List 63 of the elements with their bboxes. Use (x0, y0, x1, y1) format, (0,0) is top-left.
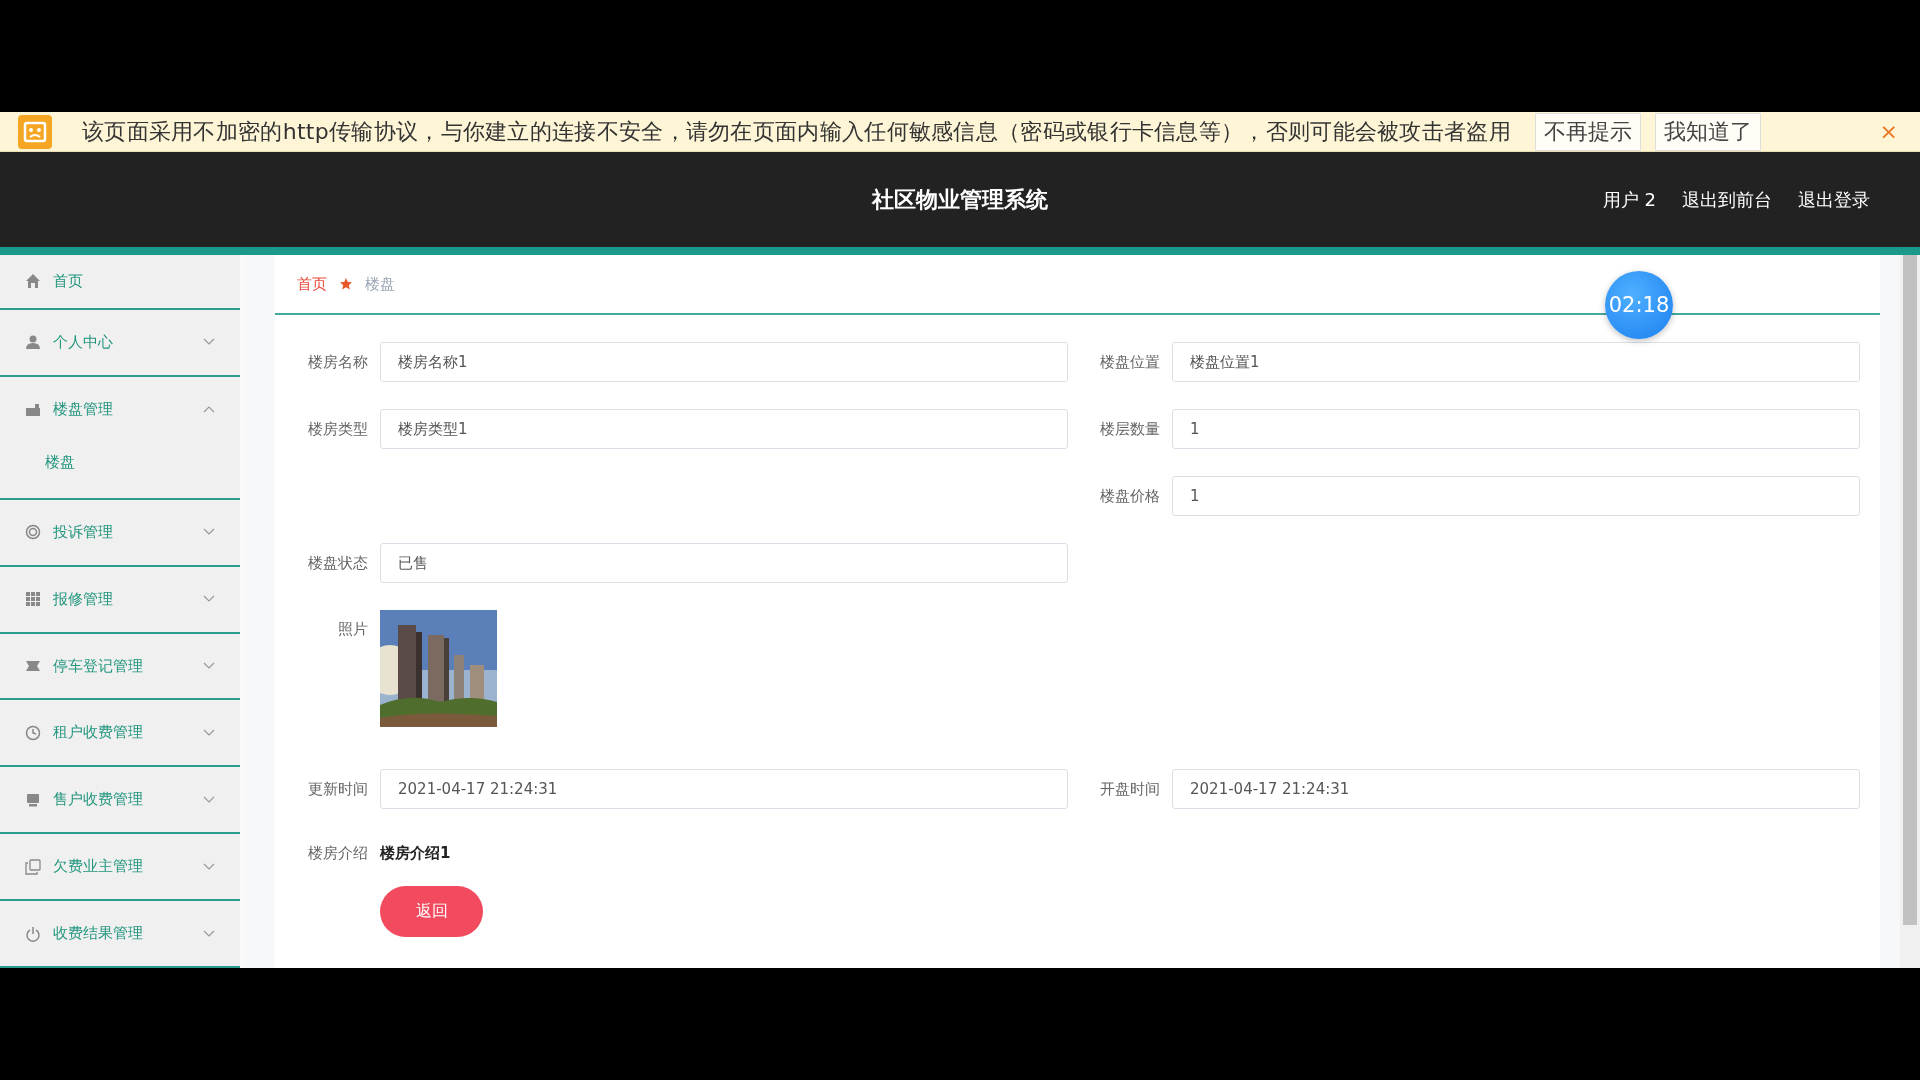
warning-face-icon (18, 114, 52, 149)
copy-icon (25, 858, 41, 875)
user-icon (25, 334, 41, 351)
sidebar-menu-item[interactable]: 报修管理 (0, 566, 240, 632)
breadcrumb-link[interactable]: 楼盘 (365, 274, 395, 294)
chevron-down-icon (203, 929, 215, 938)
sidebar-menu-item[interactable]: 投诉管理 (0, 499, 240, 565)
input-field[interactable]: 楼房名称1 (380, 342, 1068, 382)
star-icon (339, 277, 353, 291)
field-label: 开盘时间 (1099, 779, 1160, 799)
intro-text: 楼房介绍1 (380, 844, 452, 863)
lifebuoy-icon (25, 524, 41, 541)
field-label: 照片 (337, 619, 368, 639)
sidebar-submenu-item[interactable]: 楼盘 (45, 441, 240, 490)
breadcrumb-link[interactable]: 首页 (297, 274, 327, 294)
app-title: 社区物业管理系统 (872, 185, 1048, 214)
power-icon (25, 925, 41, 942)
chevron-up-icon (203, 405, 215, 414)
field-label: 楼盘位置 (1099, 352, 1160, 372)
home-icon (25, 273, 41, 290)
field-label: 楼层数量 (1099, 419, 1160, 439)
chevron-down-icon (203, 862, 215, 871)
sidebar-menu-item[interactable]: 首页 (0, 255, 240, 308)
chevron-down-icon (203, 795, 215, 804)
clock-icon (25, 724, 41, 741)
scrollbar[interactable] (1900, 255, 1920, 968)
chevron-down-icon (203, 338, 215, 347)
input-field[interactable]: 1 (1172, 476, 1860, 516)
sidebar-menu-item[interactable]: 租户收费管理 (0, 700, 240, 766)
monitor-icon (25, 791, 41, 808)
chevron-down-icon (203, 528, 215, 537)
header-link[interactable]: 退出登录 (1798, 187, 1870, 212)
back-button[interactable]: 返回 (380, 886, 483, 937)
sidebar-menu-item[interactable]: 个人中心 (0, 309, 240, 375)
input-field[interactable]: 2021-04-17 21:24:31 (380, 769, 1068, 809)
chevron-down-icon (203, 595, 215, 604)
field-label: 楼房类型 (307, 419, 368, 439)
field-label: 楼房介绍 (307, 844, 368, 863)
input-field[interactable]: 楼盘位置1 (1172, 342, 1860, 382)
close-button[interactable]: × (1875, 119, 1902, 144)
sidebar-menu-item[interactable]: 收费结果管理 (0, 901, 240, 967)
dismiss-button[interactable]: 不再提示 (1534, 112, 1641, 151)
field-label: 楼盘状态 (307, 553, 368, 573)
input-field[interactable]: 1 (1172, 409, 1860, 449)
header-link[interactable]: 用户 2 (1602, 187, 1656, 212)
input-field[interactable]: 楼房类型1 (380, 409, 1068, 449)
chevron-down-icon (203, 662, 215, 670)
sidebar-menu-item[interactable]: 售户收费管理 (0, 767, 240, 833)
grid-icon (25, 591, 41, 608)
field-label: 更新时间 (307, 779, 368, 799)
timer-badge: 02:18 (1605, 271, 1673, 339)
sidebar-menu-item[interactable]: 楼盘管理 (0, 376, 240, 442)
building-icon (25, 401, 41, 418)
dismiss-button[interactable]: 我知道了 (1654, 112, 1761, 151)
input-field[interactable]: 已售 (380, 543, 1068, 583)
sidebar-menu-item[interactable]: 停车登记管理 (0, 633, 240, 699)
sidebar-menu-item[interactable]: 欠费业主管理 (0, 834, 240, 900)
input-field[interactable]: 2021-04-17 21:24:31 (1172, 769, 1860, 809)
chevron-down-icon (203, 728, 215, 737)
field-label: 楼盘价格 (1099, 486, 1160, 506)
field-label: 楼房名称 (307, 352, 368, 372)
header-link[interactable]: 退出到前台 (1682, 187, 1772, 212)
security-warning-text: 该页面采用不加密的http传输协议，与你建立的连接不安全，请勿在页面内输入任何敏感信息（密码或银行卡信息等），否则可能会被攻击者盗用 (82, 117, 1511, 146)
